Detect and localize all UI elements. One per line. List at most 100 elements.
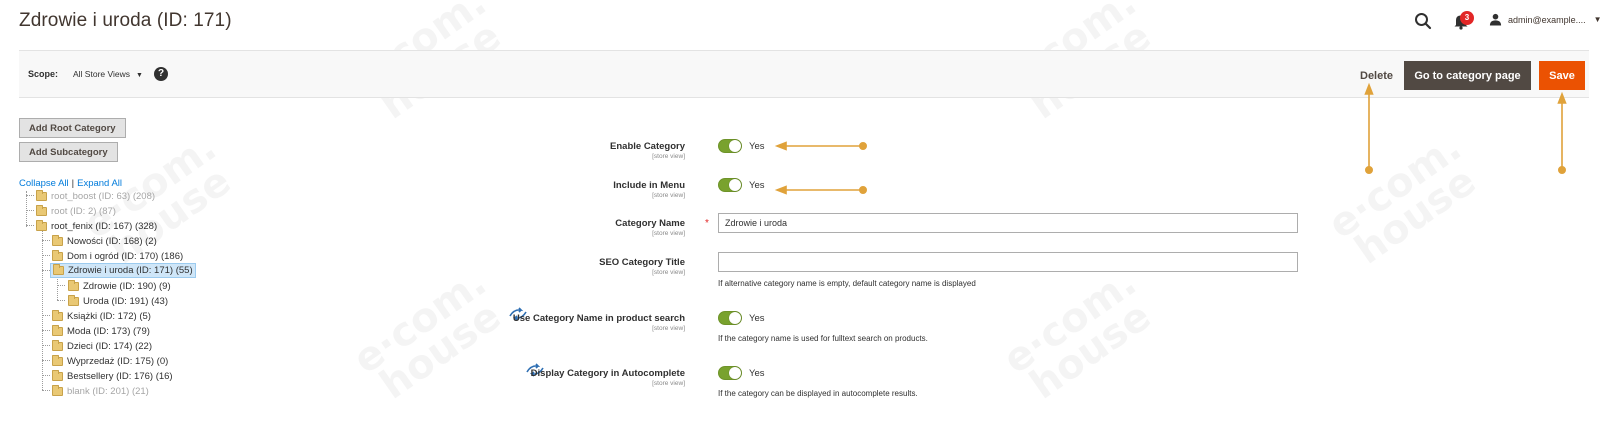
caret-down-icon: ▼ [1593,15,1600,24]
required-star: * [705,218,709,229]
folder-icon [36,219,47,231]
folder-icon [52,309,63,321]
seo-title-note: If alternative category name is empty, d… [718,279,976,288]
autocomplete-toggle[interactable] [718,366,742,380]
tree-connector [57,285,65,286]
tree-connector [42,330,50,331]
tree-item[interactable]: Wyprzedaż (ID: 175) (0) [52,354,168,368]
tree-item[interactable]: root (ID: 2) (87) [36,204,116,218]
tree-connector [42,345,50,346]
category-name-input[interactable] [718,213,1298,233]
help-icon[interactable]: ? [154,67,168,81]
caret-down-icon: ▼ [136,72,143,79]
tree-item-label: Książki (ID: 172) (5) [67,310,151,322]
tree-connector [26,225,34,226]
folder-icon [36,189,47,201]
watermark: e·com.house [345,259,512,408]
notification-count-badge[interactable]: 3 [1460,11,1474,25]
annotation-dot [1558,166,1567,175]
tree-item[interactable]: Zdrowie (ID: 190) (9) [68,279,171,293]
autocomplete-note: If the category can be displayed in auto… [718,389,918,398]
tree-item[interactable]: Dom i ogród (ID: 170) (186) [52,249,183,263]
tree-item[interactable]: Bestsellery (ID: 176) (16) [52,369,173,383]
tree-item[interactable]: Uroda (ID: 191) (43) [68,294,168,308]
save-button[interactable]: Save [1539,61,1585,90]
tree-item-label: Dom i ogród (ID: 170) (186) [67,250,184,262]
search-icon[interactable] [1414,12,1432,30]
tree-item[interactable]: Książki (ID: 172) (5) [52,309,151,323]
tree-item-label: Wyprzedaż (ID: 175) (0) [67,355,169,367]
folder-icon [52,249,63,261]
use-in-search-value: Yes [749,313,765,324]
expand-all-link[interactable]: Expand All [77,178,122,189]
seo-title-scope: [store view] [652,269,685,276]
tree-controls: Collapse All | Expand All [19,178,122,189]
tree-item[interactable]: Moda (ID: 173) (79) [52,324,150,338]
tree-item[interactable]: root_fenix (ID: 167) (328) [36,219,157,233]
folder-icon [68,294,79,306]
tree-item-label: Dzieci (ID: 174) (22) [67,340,152,352]
folder-icon [52,354,63,366]
user-icon [1489,13,1502,26]
scope-label: Scope: [28,69,59,79]
tree-connector [42,315,50,316]
tree-connector [57,277,58,300]
tree-connector [26,210,34,211]
folder-icon [36,204,47,216]
collapse-all-link[interactable]: Collapse All [19,178,69,189]
watermark: e·com.house [995,259,1162,408]
include-in-menu-toggle[interactable] [718,178,742,192]
tree-connector [42,255,50,256]
enable-category-label: Enable Category [610,141,685,152]
use-in-search-toggle[interactable] [718,311,742,325]
include-in-menu-value: Yes [749,180,765,191]
tree-item-label: Nowości (ID: 168) (2) [67,235,157,247]
use-in-search-note: If the category name is used for fulltex… [718,334,928,343]
separator: | [71,178,75,189]
tree-connector [26,191,27,227]
tree-item[interactable]: blank (ID: 201) (21) [52,384,149,398]
user-name: admin@example.... [1508,14,1586,25]
add-root-category-button[interactable]: Add Root Category [19,118,126,138]
user-menu[interactable]: admin@example.... ▼ [1489,13,1600,26]
scope-value: All Store Views [73,69,131,79]
go-to-category-page-button[interactable]: Go to category page [1404,61,1531,90]
enable-category-value: Yes [749,141,765,152]
folder-icon [52,234,63,246]
category-name-scope: [store view] [652,230,685,237]
folder-icon [53,264,64,275]
tree-item[interactable]: Dzieci (ID: 174) (22) [52,339,152,353]
seo-title-input[interactable] [718,252,1298,272]
tree-connector [42,375,50,376]
delete-button[interactable]: Delete [1350,62,1403,90]
annotation-dot [858,142,867,151]
annotation-dot [858,186,867,195]
scope-bar: Scope: All Store Views ▼ ? Delete Go to c… [19,50,1589,98]
tree-item-label: Moda (ID: 173) (79) [67,325,150,337]
tree-item-label: Bestsellery (ID: 176) (16) [67,370,173,382]
use-in-search-scope: [store view] [652,325,685,332]
tree-item-selected[interactable]: Zdrowie i uroda (ID: 171) (55) [50,263,196,278]
tree-connector [42,240,50,241]
tree-item-label: root_boost (ID: 63) (208) [51,190,156,202]
seo-title-label: SEO Category Title [599,257,685,268]
tree-item-label: root_fenix (ID: 167) (328) [51,220,158,232]
autocomplete-value: Yes [749,368,765,379]
annotation-arrow-head [774,185,787,195]
scope-switcher[interactable]: All Store Views ▼ [73,69,143,79]
tree-item-label: Zdrowie (ID: 190) (9) [83,280,171,292]
tree-item-label: blank (ID: 201) (21) [67,385,149,397]
tree-item-label: Zdrowie i uroda (ID: 171) (55) [68,265,193,276]
use-in-search-label: Use Category Name in product search [512,313,685,324]
watermark: e·com.house [1320,124,1487,273]
folder-icon [68,279,79,291]
autocomplete-label: Display Category in Autocomplete [530,368,685,379]
enable-category-toggle[interactable] [718,139,742,153]
folder-icon [52,324,63,336]
tree-item[interactable]: root_boost (ID: 63) (208) [36,189,155,203]
add-subcategory-button[interactable]: Add Subcategory [19,142,118,162]
tree-item[interactable]: Nowości (ID: 168) (2) [52,234,157,248]
include-in-menu-scope: [store view] [652,192,685,199]
tree-item-label: Uroda (ID: 191) (43) [83,295,169,307]
enable-category-scope: [store view] [652,153,685,160]
